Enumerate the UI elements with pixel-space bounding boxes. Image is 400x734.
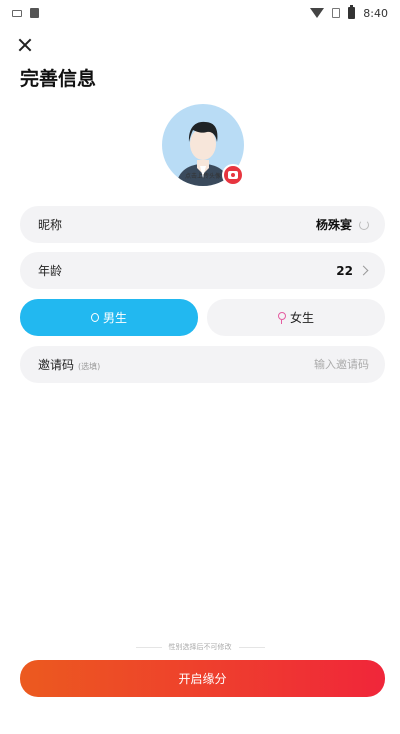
status-left: [12, 8, 39, 18]
page-title: 完善信息: [20, 68, 97, 90]
close-button[interactable]: [12, 32, 38, 58]
gender-male-label: 男生: [102, 311, 127, 325]
gender-male-button[interactable]: 男生: [20, 299, 198, 336]
status-time: 8:40: [363, 6, 388, 20]
nickname-right: 杨殊宴: [316, 216, 369, 233]
invite-code-field: 邀请码 (选填): [20, 346, 385, 383]
nickname-label: 昵称: [38, 218, 63, 232]
age-value: 22: [336, 263, 353, 278]
camera-icon: [228, 171, 238, 179]
gender-female-label: 女生: [289, 311, 314, 325]
battery-icon: [348, 5, 356, 19]
refresh-icon[interactable]: [359, 219, 369, 230]
male-icon: [90, 313, 99, 322]
status-right: 8:40: [310, 5, 388, 20]
age-right: 22: [336, 264, 369, 278]
invite-label: 邀请码: [38, 358, 75, 372]
age-label: 年龄: [38, 264, 63, 278]
age-field[interactable]: 年龄 22: [20, 252, 385, 289]
wifi-icon: [310, 8, 325, 18]
note-icon: [30, 8, 39, 18]
invite-code-input[interactable]: [249, 358, 369, 371]
nickname-value: 杨殊宴: [315, 218, 352, 232]
avatar-upload[interactable]: 点击上传头像: [162, 104, 244, 186]
nickname-field[interactable]: 昵称 杨殊宴: [20, 206, 385, 243]
mail-icon: [12, 9, 22, 17]
female-icon: [277, 312, 286, 324]
start-match-button[interactable]: 开启缘分: [20, 660, 385, 697]
status-bar: 8:40: [0, 0, 400, 26]
chevron-right-icon: [358, 265, 369, 276]
invite-label-group: 邀请码 (选填): [38, 356, 100, 373]
gender-note: 性别选择后不可修改: [0, 642, 400, 652]
close-icon: [18, 38, 32, 52]
gender-selector: 男生 女生: [20, 299, 385, 336]
no-sim-icon: [332, 8, 341, 18]
optional-hint: (选填): [78, 362, 101, 371]
gender-note-text: 性别选择后不可修改: [168, 643, 232, 651]
camera-badge[interactable]: [222, 164, 244, 186]
gender-female-button[interactable]: 女生: [207, 299, 385, 336]
